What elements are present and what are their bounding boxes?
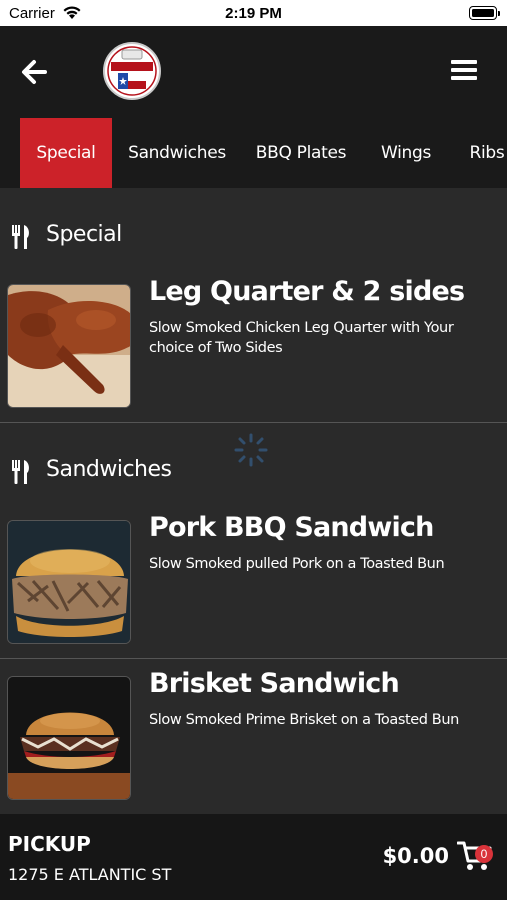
cart-total: $0.00 <box>382 844 449 868</box>
order-mode-label[interactable]: PICKUP <box>8 832 91 856</box>
status-bar: Carrier 2:19 PM <box>0 0 507 26</box>
battery-icon <box>469 6 500 20</box>
menu-item-brisket-sandwich[interactable]: Brisket Sandwich Slow Smoked Prime Brisk… <box>0 652 507 800</box>
section-title: Sandwiches <box>46 457 172 482</box>
fork-knife-icon <box>12 460 29 484</box>
item-image <box>7 284 131 408</box>
tab-special[interactable]: Special <box>20 118 112 188</box>
divider <box>0 422 507 423</box>
cart-count-badge: 0 <box>475 845 493 863</box>
item-name: Leg Quarter & 2 sides <box>149 276 465 307</box>
tab-bbq-plates[interactable]: BBQ Plates <box>252 118 350 188</box>
loading-spinner-icon <box>233 432 269 473</box>
clock: 2:19 PM <box>225 5 282 22</box>
fork-knife-icon <box>12 225 29 249</box>
pickup-address: 1275 E ATLANTIC ST <box>8 865 172 884</box>
menu-button[interactable] <box>451 60 477 84</box>
tab-sandwiches[interactable]: Sandwiches <box>126 118 228 188</box>
menu-item-pork-bbq-sandwich[interactable]: Pork BBQ Sandwich Slow Smoked pulled Por… <box>0 496 507 644</box>
arrow-left-icon <box>22 60 47 84</box>
item-image <box>7 520 131 644</box>
section-title: Special <box>46 222 122 247</box>
tab-wings[interactable]: Wings <box>376 118 436 188</box>
back-button[interactable] <box>14 52 54 92</box>
item-name: Brisket Sandwich <box>149 668 400 699</box>
app-header <box>0 26 507 118</box>
menu-item-leg-quarter[interactable]: Leg Quarter & 2 sides Slow Smoked Chicke… <box>0 260 507 408</box>
category-tabs: Special Sandwiches BBQ Plates Wings Ribs <box>0 118 507 188</box>
tab-ribs[interactable]: Ribs <box>462 118 507 188</box>
restaurant-logo <box>101 40 163 102</box>
item-name: Pork BBQ Sandwich <box>149 512 434 543</box>
item-image <box>7 676 131 800</box>
item-description: Slow Smoked pulled Pork on a Toasted Bun <box>149 556 445 572</box>
order-footer: PICKUP 1275 E ATLANTIC ST $0.00 0 <box>0 814 507 900</box>
item-description: Slow Smoked Prime Brisket on a Toasted B… <box>149 712 459 728</box>
hamburger-icon <box>451 60 477 80</box>
item-description: Slow Smoked Chicken Leg Quarter with You… <box>149 320 454 356</box>
